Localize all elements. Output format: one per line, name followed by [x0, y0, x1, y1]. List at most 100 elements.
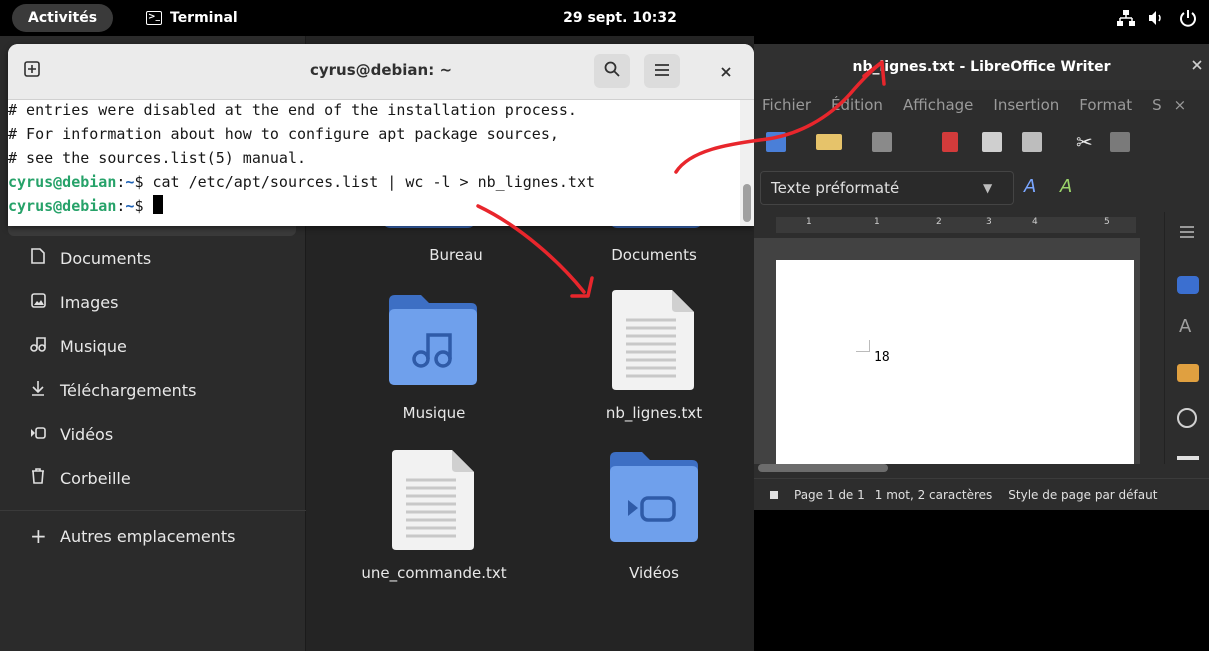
close-icon[interactable]	[1192, 58, 1202, 74]
text-file-icon[interactable]	[392, 450, 476, 550]
cut-icon[interactable]: ✂	[1076, 130, 1093, 154]
sidebar-item-label: Autres emplacements	[60, 526, 236, 546]
writer-window[interactable]: nb_lignes.txt - LibreOffice Writer Fichi…	[754, 44, 1209, 510]
ruler-track: 1 1 2 3 4 5	[776, 217, 1136, 233]
new-style-icon[interactable]: A	[1060, 176, 1072, 197]
music-folder-icon[interactable]	[383, 295, 483, 385]
writer-sidebar: A	[1164, 212, 1209, 464]
styles-icon[interactable]: A	[1179, 316, 1191, 337]
menu-button[interactable]	[644, 54, 680, 88]
writer-title: nb_lignes.txt - LibreOffice Writer	[852, 59, 1111, 75]
app-name: Terminal	[170, 10, 238, 26]
ruler-tick: 4	[1032, 217, 1038, 227]
video-folder-icon[interactable]	[604, 452, 704, 542]
prompt-user: cyrus@debian	[8, 173, 117, 191]
volume-icon[interactable]	[1144, 6, 1168, 30]
file-item-label[interactable]: une_commande.txt	[354, 564, 514, 582]
menu-format[interactable]: Format	[1079, 96, 1132, 114]
sidebar-item-label: Téléchargements	[60, 380, 197, 400]
search-icon	[604, 61, 620, 81]
scrollbar-thumb[interactable]	[758, 464, 888, 472]
file-item-label[interactable]: Documents	[574, 246, 734, 264]
update-style-icon[interactable]: A	[1024, 176, 1036, 197]
terminal-window[interactable]: cyrus@debian: ~ # entries were disabled …	[8, 44, 754, 226]
activities-button[interactable]: Activités	[12, 4, 114, 32]
sidebar-item-musique[interactable]: Musique	[30, 334, 127, 358]
hamburger-icon	[654, 62, 670, 81]
properties-icon[interactable]	[1177, 276, 1199, 294]
text-boundary-marker	[856, 340, 870, 352]
status-words[interactable]: 1 mot, 2 caractères	[875, 488, 993, 502]
navigator-icon[interactable]	[1177, 408, 1197, 428]
sidebar-item-videos[interactable]: Vidéos	[30, 422, 113, 446]
open-folder-icon[interactable]	[816, 134, 842, 150]
scrollbar-thumb[interactable]	[743, 184, 751, 222]
file-item-label[interactable]: Vidéos	[574, 564, 734, 582]
terminal-app-icon: >_	[146, 11, 162, 25]
document-page[interactable]: 18	[776, 260, 1134, 464]
top-bar: Activités >_ Terminal 29 sept. 10:32	[0, 0, 1209, 36]
gallery-icon[interactable]	[1177, 364, 1199, 382]
download-icon	[30, 380, 46, 400]
prompt-symbol: $	[134, 173, 153, 191]
terminal-prompt-line[interactable]: cyrus@debian:~$	[8, 194, 163, 218]
writer-menubar: Fichier Édition Affichage Insertion Form…	[754, 90, 1209, 120]
sidebar-item-label: Documents	[60, 248, 152, 268]
close-icon	[721, 62, 731, 81]
sidebar-item-corbeille[interactable]: Corbeille	[30, 466, 131, 490]
terminal-line: # see the sources.list(5) manual.	[8, 149, 307, 167]
menu-overflow[interactable]: S ×	[1144, 96, 1186, 114]
terminal-output[interactable]: # entries were disabled at the end of th…	[8, 100, 740, 226]
sidebar-item-telechargements[interactable]: Téléchargements	[30, 378, 196, 402]
sidebar-item-images[interactable]: Images	[30, 290, 118, 314]
status-page[interactable]: Page 1 de 1	[794, 488, 865, 502]
status-page-style[interactable]: Style de page par défaut	[1008, 488, 1157, 502]
menu-fichier[interactable]: Fichier	[762, 96, 811, 114]
new-tab-button[interactable]	[14, 54, 50, 88]
sidebar-more-icon[interactable]	[1177, 456, 1199, 460]
network-icon[interactable]	[1114, 6, 1138, 30]
sidebar-item-other-locations[interactable]: + Autres emplacements	[30, 524, 236, 548]
ruler-tick: 1	[874, 217, 880, 227]
close-button[interactable]	[714, 54, 738, 88]
plus-icon: +	[30, 524, 47, 548]
ruler-tick: 5	[1104, 217, 1110, 227]
export-pdf-icon[interactable]	[942, 132, 958, 152]
video-icon	[30, 425, 46, 443]
paragraph-style-select[interactable]: Texte préformaté ▼	[760, 171, 1014, 205]
trash-icon	[30, 468, 46, 488]
sidebar-item-label: Corbeille	[60, 468, 131, 488]
file-item-label[interactable]: Musique	[354, 404, 514, 422]
text-file-icon[interactable]	[612, 290, 696, 390]
writer-statusbar: Page 1 de 1 1 mot, 2 caractères Style de…	[754, 478, 1209, 510]
sidebar-menu-icon[interactable]	[1179, 224, 1195, 243]
menu-styles[interactable]: S	[1152, 96, 1162, 114]
writer-formatting-bar: Texte préformaté ▼ A A	[754, 164, 1209, 212]
search-button[interactable]	[594, 54, 630, 88]
print-icon[interactable]	[982, 132, 1002, 152]
print-preview-icon[interactable]	[1022, 132, 1042, 152]
save-icon[interactable]	[872, 132, 892, 152]
file-item-label[interactable]: nb_lignes.txt	[574, 404, 734, 422]
terminal-scrollbar[interactable]	[740, 100, 754, 226]
sidebar-divider	[0, 510, 306, 511]
chevron-down-icon: ▼	[983, 181, 993, 195]
sidebar-item-documents[interactable]: Documents	[30, 246, 151, 270]
document-text[interactable]: 18	[874, 350, 890, 365]
new-document-icon[interactable]	[766, 132, 786, 152]
ruler[interactable]: 1 1 2 3 4 5	[754, 212, 1140, 238]
power-icon[interactable]	[1176, 6, 1200, 30]
terminal-line: # entries were disabled at the end of th…	[8, 101, 577, 119]
terminal-command-line: cyrus@debian:~$ cat /etc/apt/sources.lis…	[8, 170, 595, 194]
ruler-tick: 3	[986, 217, 992, 227]
ruler-tick: 1	[806, 217, 812, 227]
app-menu[interactable]: >_ Terminal	[146, 4, 238, 32]
copy-icon[interactable]	[1110, 132, 1130, 152]
menu-edition[interactable]: Édition	[831, 96, 883, 114]
horizontal-scrollbar[interactable]	[754, 464, 1140, 478]
menu-affichage[interactable]: Affichage	[903, 96, 973, 114]
clock[interactable]: 29 sept. 10:32	[520, 4, 720, 32]
document-status-icon	[770, 490, 778, 499]
menu-insertion[interactable]: Insertion	[993, 96, 1059, 114]
file-item-label[interactable]: Bureau	[376, 246, 536, 264]
